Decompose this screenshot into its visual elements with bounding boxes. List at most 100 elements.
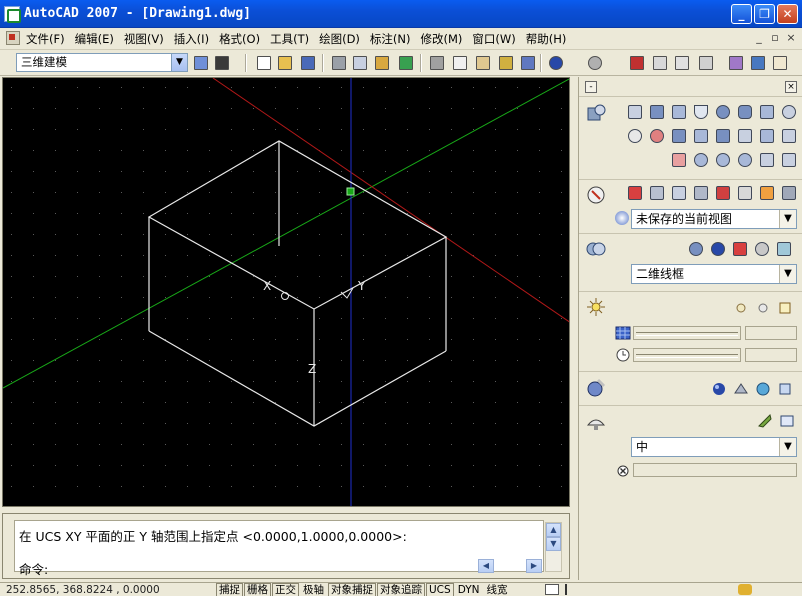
walk-icon[interactable] — [716, 186, 730, 200]
restore-button[interactable]: ❐ — [754, 4, 775, 24]
document-icon[interactable] — [6, 31, 20, 45]
wedge-icon[interactable] — [672, 105, 686, 119]
cylinder-icon[interactable] — [738, 105, 752, 119]
realistic-style-icon[interactable] — [689, 242, 703, 256]
redo-icon[interactable] — [586, 54, 604, 72]
scroll-left-icon[interactable]: ◀ — [478, 559, 494, 573]
material-map-icon[interactable] — [733, 381, 749, 397]
contrast-slider[interactable] — [633, 348, 741, 362]
menu-draw[interactable]: 绘图(D) — [319, 31, 360, 47]
separate-icon[interactable] — [738, 153, 752, 167]
menu-insert[interactable]: 插入(I) — [174, 31, 209, 47]
scroll-up-icon[interactable]: ▲ — [546, 523, 561, 537]
slice-icon[interactable] — [782, 129, 796, 143]
ucs-origin-grip[interactable] — [346, 187, 355, 196]
plot-icon[interactable] — [330, 54, 348, 72]
dashboard-close-icon[interactable]: × — [785, 81, 797, 93]
zoom-realtime-icon[interactable] — [651, 54, 669, 72]
menu-modify[interactable]: 修改(M) — [421, 31, 463, 47]
drawing-canvas[interactable]: X Y Z — [2, 77, 570, 507]
model-space-svg[interactable]: X Y Z — [3, 78, 570, 507]
minimize-button[interactable]: _ — [731, 4, 752, 24]
copy-icon[interactable] — [451, 54, 469, 72]
toggle-otrack[interactable]: 对象追踪 — [377, 583, 425, 596]
brightness-slider[interactable] — [633, 326, 741, 340]
tool-palettes-icon[interactable] — [771, 54, 789, 72]
chevron-down-icon[interactable]: ▼ — [779, 265, 796, 283]
doc-close-button[interactable]: × — [784, 31, 798, 45]
light-sun-icon[interactable] — [733, 300, 749, 316]
menu-edit[interactable]: 编辑(E) — [75, 31, 114, 47]
named-view-select[interactable]: 未保存的当前视图 ▼ — [631, 209, 797, 229]
zoom-previous-icon[interactable] — [697, 54, 715, 72]
visual-style-manager-icon[interactable] — [777, 242, 791, 256]
tray-settings-icon[interactable] — [760, 584, 780, 595]
save-icon[interactable] — [299, 54, 317, 72]
menu-dimension[interactable]: 标注(N) — [370, 31, 411, 47]
extrude-icon[interactable] — [694, 129, 708, 143]
clean-icon[interactable] — [782, 153, 796, 167]
close-button[interactable]: ✕ — [777, 4, 798, 24]
toggle-grid[interactable]: 栅格 — [244, 583, 271, 596]
torus-icon[interactable] — [782, 105, 796, 119]
render-panel-icon[interactable] — [585, 411, 607, 433]
doc-restore-button[interactable]: ▫ — [768, 31, 782, 45]
menu-window[interactable]: 窗口(W) — [472, 31, 515, 47]
zoom-nav-icon[interactable] — [650, 186, 664, 200]
sweep-icon[interactable] — [738, 129, 752, 143]
edge-settings-icon[interactable] — [755, 242, 769, 256]
publish-icon[interactable] — [373, 54, 391, 72]
camera-icon[interactable] — [694, 186, 708, 200]
chevron-down-icon[interactable]: ▼ — [779, 210, 796, 228]
materials-panel-icon[interactable] — [585, 377, 607, 399]
paste-icon[interactable] — [474, 54, 492, 72]
cone-icon[interactable] — [694, 105, 708, 119]
command-hscroll[interactable]: ◀ ▶ — [478, 559, 544, 573]
menu-tools[interactable]: 工具(T) — [270, 31, 309, 47]
toggle-snap[interactable]: 捕捉 — [216, 583, 243, 596]
block-editor-icon[interactable] — [519, 54, 537, 72]
toggle-dyn[interactable]: DYN — [454, 583, 483, 596]
shell-icon[interactable] — [760, 153, 774, 167]
contrast-field[interactable] — [745, 348, 797, 362]
intersect-icon[interactable] — [672, 129, 686, 143]
scroll-right-icon[interactable]: ▶ — [526, 559, 542, 573]
command-vscroll[interactable]: ▲ ▼ — [545, 522, 562, 572]
brightness-field[interactable] — [745, 326, 797, 340]
open-icon[interactable] — [276, 54, 294, 72]
box-icon[interactable] — [650, 105, 664, 119]
visual-styles-panel-icon[interactable] — [585, 238, 607, 260]
design-center-icon[interactable] — [749, 54, 767, 72]
model-layout-icon[interactable] — [545, 584, 559, 595]
new-icon[interactable] — [255, 54, 273, 72]
orbit-icon[interactable] — [628, 186, 642, 200]
polysolid-icon[interactable] — [628, 105, 642, 119]
cut-icon[interactable] — [428, 54, 446, 72]
pyramid-icon[interactable] — [760, 105, 774, 119]
command-prompt[interactable]: 命令: — [19, 559, 48, 578]
toggle-ucs[interactable]: UCS — [426, 583, 454, 596]
scroll-down-icon[interactable]: ▼ — [546, 537, 561, 551]
clear-icon[interactable] — [615, 463, 631, 479]
toggle-ortho[interactable]: 正交 — [272, 583, 299, 596]
imprint-icon[interactable] — [716, 153, 730, 167]
tray-lock-icon[interactable] — [738, 584, 752, 595]
render-window-icon[interactable] — [779, 413, 795, 429]
dashboard-minimize-icon[interactable]: - — [585, 81, 597, 93]
command-text-area[interactable]: 在 UCS XY 平面的正 Y 轴范围上指定点 <0.0000,1.0000,0… — [14, 520, 544, 577]
fly-icon[interactable] — [738, 186, 752, 200]
render-icon[interactable] — [757, 413, 773, 429]
conceptual-style-icon[interactable] — [711, 242, 725, 256]
material-sphere-icon[interactable] — [711, 381, 727, 397]
chevron-down-icon[interactable]: ▼ — [779, 438, 796, 456]
match-properties-icon[interactable] — [497, 54, 515, 72]
material-editor-icon[interactable] — [777, 381, 793, 397]
revolve-icon[interactable] — [716, 129, 730, 143]
render-quality-select[interactable]: 中 ▼ — [631, 437, 797, 457]
loft-icon[interactable] — [760, 129, 774, 143]
workspace-select[interactable]: 三维建模 ▼ — [16, 53, 188, 72]
workspace-settings-icon[interactable] — [192, 54, 210, 72]
properties-icon[interactable] — [727, 54, 745, 72]
pan-nav-icon[interactable] — [672, 186, 686, 200]
menu-help[interactable]: 帮助(H) — [526, 31, 567, 47]
